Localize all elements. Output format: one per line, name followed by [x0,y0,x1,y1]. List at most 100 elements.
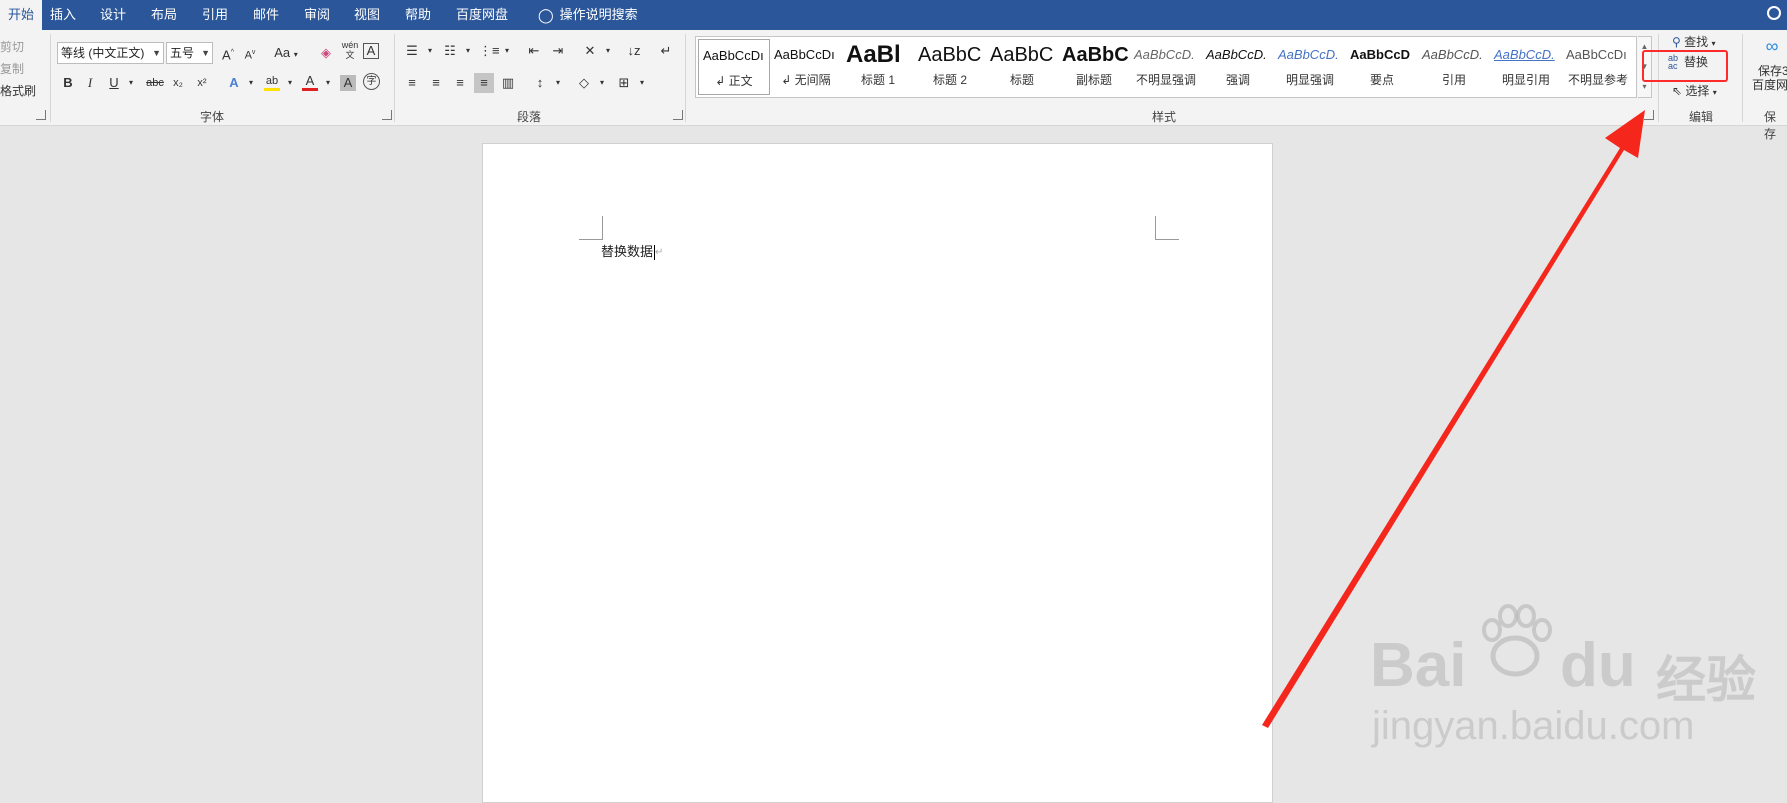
chinese-layout-icon[interactable]: ✕ [580,41,600,61]
tab-review[interactable]: 审阅 [296,0,338,30]
superscript-button[interactable]: x² [192,73,212,93]
tab-view[interactable]: 视图 [346,0,388,30]
tab-baidu-netdisk[interactable]: 百度网盘 [448,0,516,30]
justify-icon[interactable]: ≡ [474,73,494,93]
shading-icon[interactable]: ◇ [574,73,594,93]
style-subtle-emphasis[interactable]: AaBbCcD. 不明显强调 [1130,39,1202,95]
highlight-color-icon[interactable]: ab [262,71,282,91]
paragraph-mark-icon: ↵ [655,247,664,259]
phonetic-guide-button[interactable]: wén 文 [340,40,360,60]
tab-layout[interactable]: 布局 [143,0,185,30]
style-strong[interactable]: AaBbCcD 要点 [1346,39,1418,95]
style-name: 强调 [1225,73,1250,87]
cut-button[interactable]: 剪切 [0,38,24,55]
change-case-icon: Aa [274,45,291,60]
decrease-indent-icon[interactable]: ⇤ [524,41,544,61]
distributed-icon[interactable]: ▥ [498,73,518,93]
phonetic-icon: wén [341,40,359,50]
clear-formatting-icon[interactable]: ◈ [316,43,336,63]
chevron-down-icon[interactable]: ▾ [318,73,338,93]
sort-icon[interactable]: ↓z [624,41,644,61]
style-subtitle[interactable]: AaBbC 副标题 [1058,39,1130,95]
align-left-icon[interactable]: ≡ [402,73,422,93]
style-sample: AaBbCcD. [1278,47,1339,62]
bullets-icon[interactable]: ☰ [402,41,422,61]
style-heading-1[interactable]: AaBl 标题 1 [842,39,914,95]
style-no-spacing[interactable]: AaBbCcDı ↲ 无间隔 [770,39,842,95]
format-painter-button[interactable]: 格式刷 [0,82,36,99]
style-quote[interactable]: AaBbCcD. 引用 [1418,39,1490,95]
increase-indent-icon[interactable]: ⇥ [548,41,568,61]
style-name: 明显引用 [1501,73,1550,87]
subscript-button[interactable]: x₂ [168,73,188,93]
shrink-font-button[interactable]: Av [240,43,260,63]
chevron-down-icon[interactable]: ▾ [420,41,440,61]
style-subtle-reference[interactable]: AaBbCcDı 不明显参考 [1562,39,1634,95]
tab-design[interactable]: 设计 [92,0,134,30]
style-heading-2[interactable]: AaBbC 标题 2 [914,39,986,95]
paragraph-dialog-launcher[interactable] [673,110,683,120]
tab-help[interactable]: 帮助 [397,0,439,30]
style-sample: AaBl [846,41,901,68]
chevron-down-icon[interactable]: ▾ [632,73,652,93]
select-button[interactable]: ⇖ 选择 ▾ [1672,82,1717,99]
tab-references[interactable]: 引用 [194,0,236,30]
chevron-down-icon[interactable]: ▾ [548,73,568,93]
enclose-characters-button[interactable]: 字 [363,73,380,90]
show-formatting-marks-icon[interactable]: ↵ [656,41,676,61]
chevron-down-icon[interactable]: ▾ [280,73,300,93]
font-dialog-launcher[interactable] [382,110,392,120]
strikethrough-button[interactable]: abc [142,73,168,93]
numbering-icon[interactable]: ☷ [440,41,460,61]
search-icon: ⚲ [1672,35,1681,49]
font-color-button[interactable]: A [300,71,320,91]
grow-font-icon: A [222,47,231,63]
line-spacing-icon[interactable]: ↕ [530,73,550,93]
chevron-down-icon[interactable]: ▾ [592,73,612,93]
style-sample: AaBbCcD. [1134,47,1195,62]
grow-font-button[interactable]: A^ [218,43,238,63]
style-normal[interactable]: AaBbCcDı ↲ 正文 [698,39,770,95]
change-case-button[interactable]: Aa ▾ [270,43,302,63]
style-name: 要点 [1369,73,1394,87]
document-page[interactable]: 替换数据 ↵ [482,143,1273,803]
find-button[interactable]: ⚲ 查找 ▾ [1672,33,1716,50]
save-group-label: 保存 [1764,110,1777,141]
character-shading-button[interactable]: A [340,75,356,91]
chevron-down-icon[interactable]: ▾ [497,41,517,61]
clipboard-dialog-launcher[interactable] [36,110,46,120]
align-center-icon[interactable]: ≡ [426,73,446,93]
style-intense-quote[interactable]: AaBbCcD. 明显引用 [1490,39,1562,95]
styles-group-label: 样式 [1152,110,1177,124]
borders-icon[interactable]: ⊞ [614,73,634,93]
watermark-cn: 经验 [1656,652,1756,708]
font-color-icon: A [305,73,315,88]
bold-button[interactable]: B [58,73,78,93]
font-name-combo[interactable]: 等线 (中文正文) ▼ [57,42,164,64]
chevron-down-icon[interactable]: ▾ [121,73,141,93]
style-emphasis[interactable]: AaBbCcD. 强调 [1202,39,1274,95]
align-right-icon[interactable]: ≡ [450,73,470,93]
font-size-combo[interactable]: 五号 ▼ [166,42,213,64]
style-intense-emphasis[interactable]: AaBbCcD. 明显强调 [1274,39,1346,95]
chevron-down-icon[interactable]: ▾ [598,41,618,61]
chevron-down-icon[interactable]: ▾ [458,41,478,61]
styles-gallery: AaBbCcDı ↲ 正文 AaBbCcDı ↲ 无间隔 AaBl 标题 1 A… [695,36,1637,98]
tab-mailings[interactable]: 邮件 [245,0,287,30]
style-name: ↲ 无间隔 [781,73,831,87]
multilevel-list-icon[interactable]: ⋮≡ [479,41,500,61]
style-title[interactable]: AaBbC 标题 [986,39,1058,95]
styles-dialog-launcher[interactable] [1644,110,1654,120]
account-icon[interactable] [1767,6,1781,20]
save-to-baidu-line2[interactable]: 百度网 [1752,76,1787,93]
tab-insert[interactable]: 插入 [42,0,84,30]
copy-button[interactable]: 复制 [0,60,24,77]
chevron-down-icon[interactable]: ▾ [241,73,261,93]
document-body-text[interactable]: 替换数据 ↵ [601,241,664,261]
italic-button[interactable]: I [80,73,100,93]
tab-home[interactable]: 开始 [0,0,43,30]
character-border-icon[interactable]: A [363,43,379,59]
watermark-url: jingyan.baidu.com [1372,704,1695,748]
cloud-save-icon[interactable]: ∞ [1762,36,1782,56]
tell-me-search[interactable]: ◯ 操作说明搜索 [530,0,646,30]
